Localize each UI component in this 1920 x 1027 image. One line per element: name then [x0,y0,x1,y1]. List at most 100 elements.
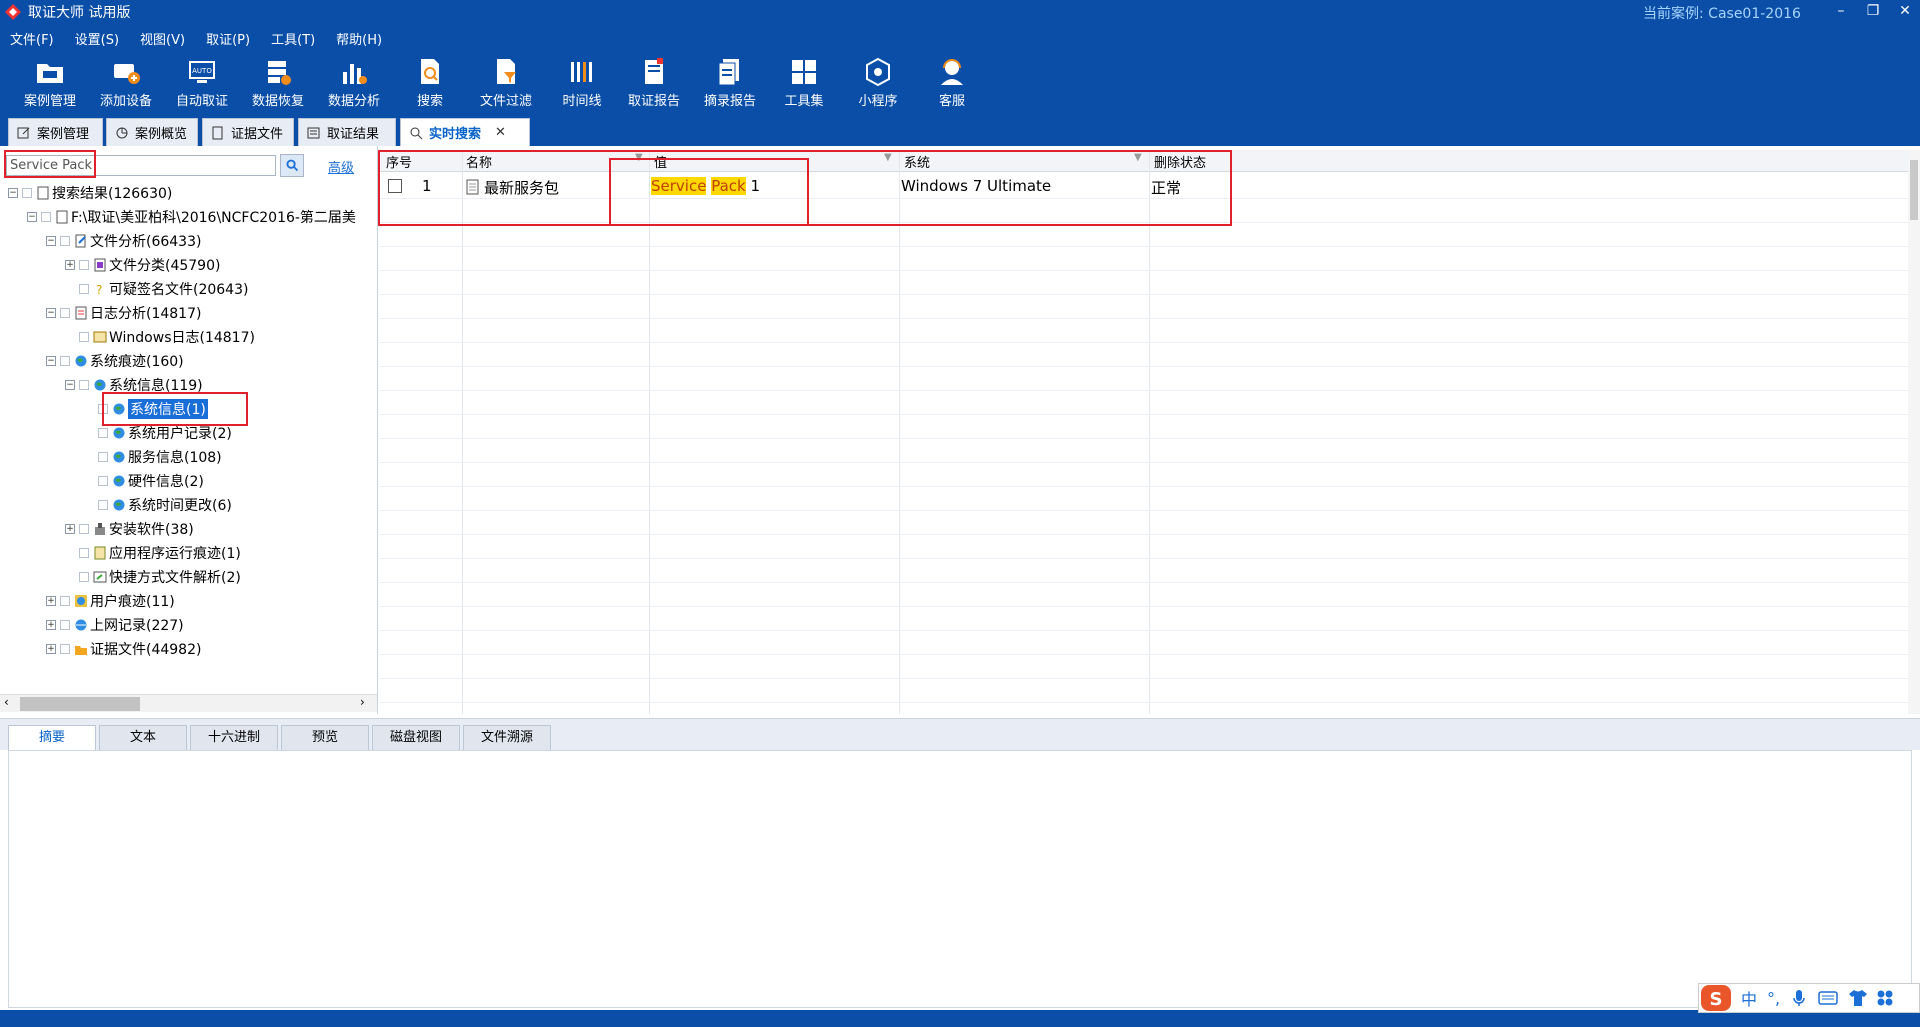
tab-forensic-results[interactable]: 取证结果 [298,118,396,146]
filter-icon [497,59,516,84]
collapse-icon[interactable]: − [46,356,56,366]
tree-node-user-traces[interactable]: + 用户痕迹(11) [46,590,175,612]
checkbox[interactable] [79,572,89,582]
tool-data-analysis[interactable]: 数据分析 [314,56,394,109]
svg-text:S: S [1710,989,1723,1010]
close-button[interactable]: ✕ [1890,0,1920,24]
tool-search[interactable]: 搜索 [390,56,470,109]
tree-node-file-category[interactable]: + 文件分类(45790) [65,254,220,276]
scroll-thumb[interactable] [20,697,140,711]
checkbox[interactable] [79,524,89,534]
checkbox[interactable] [98,500,108,510]
tab-preview[interactable]: 预览 [281,725,369,751]
checkbox[interactable] [98,452,108,462]
tool-support[interactable]: 客服 [912,56,992,109]
scroll-left-icon[interactable]: ‹ [4,695,9,709]
collapse-icon[interactable]: − [46,236,56,246]
checkbox[interactable] [79,284,89,294]
expand-icon[interactable]: + [65,260,75,270]
checkbox[interactable] [60,644,70,654]
restore-button[interactable]: ❐ [1858,0,1888,24]
checkbox[interactable] [79,380,89,390]
expand-icon[interactable]: + [46,620,56,630]
microphone-icon[interactable] [1792,989,1806,1007]
tree-node-app-run-traces[interactable]: 应用程序运行痕迹(1) [79,542,241,564]
checkbox[interactable] [79,548,89,558]
tree-node-evidence-files[interactable]: + 证据文件(44982) [46,638,201,660]
expand-icon[interactable]: + [46,596,56,606]
tree-node-suspicious-signature[interactable]: ? 可疑签名文件(20643) [79,278,248,300]
expand-icon[interactable]: + [65,524,75,534]
tab-case-management[interactable]: 案例管理 [8,118,103,146]
tool-forensic-report[interactable]: 取证报告 [614,56,694,109]
checkbox[interactable] [41,212,51,222]
tab-text[interactable]: 文本 [99,725,187,751]
checkbox[interactable] [60,308,70,318]
tool-excerpt-report[interactable]: 摘录报告 [690,56,770,109]
tree-node-evidence-path[interactable]: − F:\取证\美亚柏科\2016\NCFC2016-第二届美 [27,206,356,228]
collapse-icon[interactable]: − [27,212,37,222]
tree-node-windows-log[interactable]: Windows日志(14817) [79,326,255,348]
tool-case-management[interactable]: 案例管理 [10,56,90,109]
tool-add-device[interactable]: 添加设备 [86,56,166,109]
checkbox[interactable] [79,332,89,342]
tool-applet[interactable]: 小程序 [838,56,918,109]
horizontal-scrollbar[interactable]: ‹ › [0,694,377,712]
menu-tools[interactable]: 工具(T) [271,29,315,48]
skin-icon[interactable] [1848,989,1868,1007]
checkbox[interactable] [60,236,70,246]
minimize-button[interactable]: – [1826,0,1856,24]
tree-node-shortcut-parsing[interactable]: 快捷方式文件解析(2) [79,566,241,588]
tree-node-system-time-change[interactable]: 系统时间更改(6) [98,494,232,516]
tree-node-service-info[interactable]: 服务信息(108) [98,446,222,468]
tree-node-search-results[interactable]: − 搜索结果(126630) [8,182,172,204]
ime-toolbar[interactable]: S 中 °, [1698,983,1920,1013]
tab-case-overview[interactable]: 案例概览 [106,118,198,146]
tool-timeline[interactable]: 时间线 [542,56,622,109]
tab-summary[interactable]: 摘要 [8,725,96,751]
checkbox[interactable] [60,596,70,606]
keyboard-icon[interactable] [1818,990,1838,1006]
advanced-search-link[interactable]: 高级 [328,157,354,176]
menu-file[interactable]: 文件(F) [10,29,54,48]
tool-toolset[interactable]: 工具集 [764,56,844,109]
checkbox[interactable] [98,476,108,486]
search-button[interactable] [280,154,304,177]
apps-icon[interactable] [1876,989,1894,1007]
tool-label: 数据恢复 [251,94,304,109]
expand-icon[interactable]: + [46,644,56,654]
menu-settings[interactable]: 设置(S) [75,29,119,48]
globe-icon [113,427,125,439]
menu-view[interactable]: 视图(V) [140,29,185,48]
collapse-icon[interactable]: − [46,308,56,318]
tab-file-trace[interactable]: 文件溯源 [463,725,551,751]
ime-punctuation[interactable]: °, [1767,989,1780,1008]
checkbox[interactable] [60,620,70,630]
tree-node-web-history[interactable]: + 上网记录(227) [46,614,184,636]
collapse-icon[interactable]: − [65,380,75,390]
tree-node-system-traces[interactable]: − 系统痕迹(160) [46,350,184,372]
tree-node-log-analysis[interactable]: − 日志分析(14817) [46,302,201,324]
ime-language[interactable]: 中 [1741,986,1757,1010]
menu-help[interactable]: 帮助(H) [336,29,382,48]
tree-node-installed-software[interactable]: + 安装软件(38) [65,518,194,540]
tool-auto-forensics[interactable]: AUTO 自动取证 [162,56,242,109]
tool-file-filter[interactable]: 文件过滤 [466,56,546,109]
scroll-thumb[interactable] [1910,160,1918,220]
tree-node-hardware-info[interactable]: 硬件信息(2) [98,470,204,492]
menu-forensics[interactable]: 取证(P) [206,29,250,48]
tree-node-file-analysis[interactable]: − 文件分析(66433) [46,230,201,252]
close-tab-icon[interactable]: ✕ [495,125,506,140]
checkbox[interactable] [22,188,32,198]
checkbox[interactable] [79,260,89,270]
tool-data-recovery[interactable]: 数据恢复 [238,56,318,109]
tab-evidence-files[interactable]: 证据文件 [202,118,294,146]
checkbox[interactable] [60,356,70,366]
checkbox[interactable] [98,428,108,438]
vertical-scrollbar[interactable] [1908,150,1920,714]
scroll-right-icon[interactable]: › [360,695,365,709]
tab-hex[interactable]: 十六进制 [190,725,278,751]
collapse-icon[interactable]: − [8,188,18,198]
tab-disk-view[interactable]: 磁盘视图 [372,725,460,751]
tab-realtime-search[interactable]: 实时搜索 ✕ [400,118,530,146]
